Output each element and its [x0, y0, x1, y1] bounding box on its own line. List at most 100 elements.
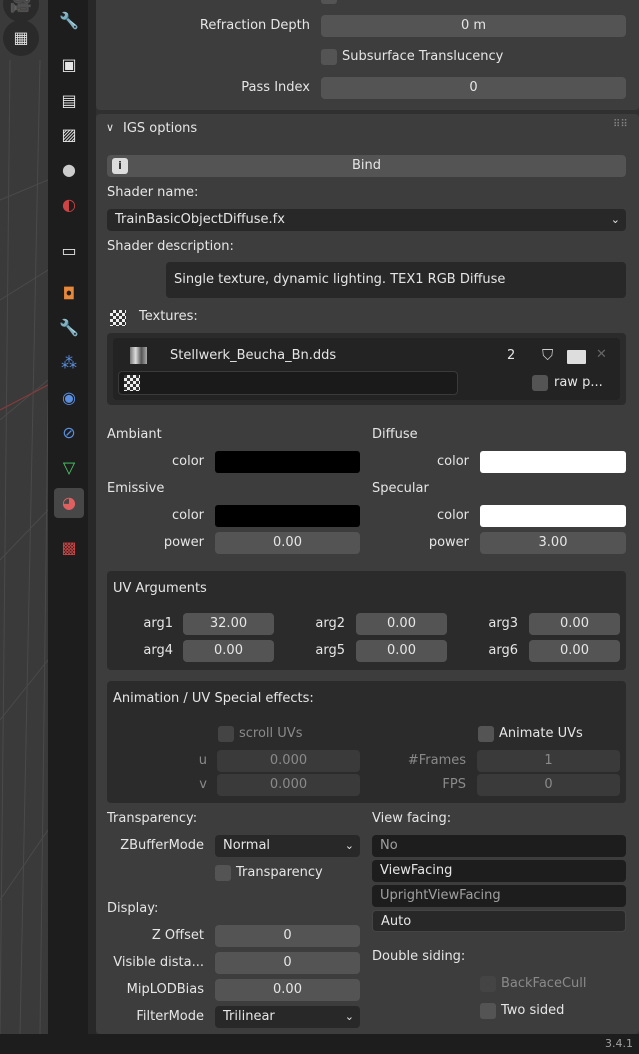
bind-button[interactable]: Bind: [107, 155, 626, 177]
transparency-checkbox[interactable]: [215, 865, 231, 881]
filtermode-label: FilterMode: [136, 1009, 204, 1024]
modifier-tab-icon[interactable]: 🔧: [54, 313, 84, 343]
arg3-field[interactable]: 0.00: [529, 613, 620, 635]
data-tab-icon[interactable]: ▽: [54, 453, 84, 483]
version-label: 3.4.1: [605, 1037, 633, 1050]
tabs-divider: [88, 0, 96, 1034]
filtermode-dropdown[interactable]: Trilinear ⌄: [215, 1006, 360, 1028]
raw-checkbox[interactable]: [532, 375, 548, 391]
emissive-color-swatch[interactable]: [215, 505, 360, 527]
diffuse-color-swatch[interactable]: [480, 451, 626, 473]
arg1-field[interactable]: 32.00: [183, 613, 274, 635]
arg5-field[interactable]: 0.00: [356, 640, 447, 662]
collection-tab-icon[interactable]: ▭: [54, 236, 84, 266]
arg6-field[interactable]: 0.00: [529, 640, 620, 662]
chevron-down-icon: ⌄: [610, 213, 620, 226]
view-layer-tab-icon[interactable]: ▨: [54, 120, 84, 150]
scroll-uvs-label: scroll UVs: [239, 726, 303, 741]
frames-field[interactable]: 1: [477, 750, 620, 772]
double-siding-title: Double siding:: [372, 949, 466, 964]
zbuffer-dropdown[interactable]: Normal ⌄: [215, 835, 360, 857]
v-label: v: [199, 777, 207, 792]
pass-index-field[interactable]: 0: [321, 77, 626, 99]
arg6-label: arg6: [488, 643, 518, 658]
miplodbias-field[interactable]: 0.00: [215, 979, 360, 1001]
partial-checkbox[interactable]: [321, 0, 337, 4]
info-icon: i: [112, 158, 128, 174]
texture-thumbnail-icon: [130, 347, 147, 364]
igs-options-title[interactable]: IGS options: [123, 121, 197, 136]
particles-tab-icon[interactable]: ⁂: [54, 348, 84, 378]
specular-color-swatch[interactable]: [480, 505, 626, 527]
texture-path-input[interactable]: [118, 371, 458, 395]
pass-index-label: Pass Index: [241, 80, 310, 95]
shader-description-field: Single texture, dynamic lighting. TEX1 R…: [166, 262, 626, 298]
refraction-depth-label: Refraction Depth: [199, 18, 310, 33]
scroll-uvs-checkbox[interactable]: [218, 726, 234, 742]
arg5-label: arg5: [315, 643, 345, 658]
shader-name-value: TrainBasicObjectDiffuse.fx: [115, 212, 285, 227]
collapse-chevron-icon[interactable]: ∨: [106, 121, 114, 134]
refraction-depth-field[interactable]: 0 m: [321, 15, 626, 37]
raw-label: raw p...: [554, 375, 603, 390]
frames-label: #Frames: [407, 753, 466, 768]
ambiant-color-swatch[interactable]: [215, 451, 360, 473]
checker-texture-icon: [110, 310, 126, 326]
folder-icon[interactable]: [567, 350, 586, 364]
transparency-label: Transparency: [236, 865, 323, 880]
emissive-power-label: power: [163, 535, 204, 550]
visible-distance-field[interactable]: 0: [215, 952, 360, 974]
texture-name: Stellwerk_Beucha_Bn.dds: [170, 348, 337, 363]
ambiant-label: Ambiant: [107, 427, 162, 442]
drag-handle-icon[interactable]: ⠿⠿: [613, 119, 628, 130]
subsurface-checkbox[interactable]: [321, 49, 337, 65]
output-tab-icon[interactable]: ▤: [54, 86, 84, 116]
texture-tab-icon[interactable]: ▩: [54, 533, 84, 563]
two-sided-label: Two sided: [501, 1003, 565, 1018]
bind-label: Bind: [351, 158, 382, 173]
animate-uvs-checkbox[interactable]: [478, 726, 494, 742]
constraints-tab-icon[interactable]: ⊘: [54, 418, 84, 448]
specular-power-label: power: [428, 535, 469, 550]
shader-description-label: Shader description:: [107, 239, 234, 254]
two-sided-checkbox[interactable]: [480, 1003, 496, 1019]
uv-arguments-title: UV Arguments: [113, 581, 207, 596]
world-tab-icon[interactable]: ◐: [54, 190, 84, 220]
texture-count: 2: [507, 348, 516, 363]
view-facing-option-upright[interactable]: UprightViewFacing: [372, 885, 626, 907]
v-field[interactable]: 0.000: [217, 774, 360, 796]
material-tab-icon[interactable]: ◕: [54, 488, 84, 518]
emissive-power-field[interactable]: 0.00: [215, 532, 360, 554]
grid-view-icon[interactable]: ▦: [3, 20, 39, 56]
zoffset-field[interactable]: 0: [215, 925, 360, 947]
arg4-field[interactable]: 0.00: [183, 640, 274, 662]
animate-uvs-label: Animate UVs: [499, 726, 583, 741]
arg2-label: arg2: [315, 616, 345, 631]
backfacecull-checkbox[interactable]: [480, 976, 496, 992]
3d-viewport[interactable]: 🎥 ▦: [0, 0, 48, 1034]
transparency-title: Transparency:: [107, 811, 198, 826]
display-title: Display:: [107, 901, 159, 916]
arg2-field[interactable]: 0.00: [356, 613, 447, 635]
object-tab-icon[interactable]: ◘: [54, 279, 84, 309]
viewport-grid: [0, 59, 48, 1034]
specular-power-field[interactable]: 3.00: [480, 532, 626, 554]
u-field[interactable]: 0.000: [217, 750, 360, 772]
view-facing-option-viewfacing[interactable]: ViewFacing: [372, 860, 626, 882]
view-facing-option-auto[interactable]: Auto: [372, 910, 626, 932]
shield-icon[interactable]: ⛉: [542, 346, 553, 364]
shader-name-dropdown[interactable]: TrainBasicObjectDiffuse.fx ⌄: [107, 209, 626, 231]
tool-tab-icon[interactable]: 🔧: [54, 6, 84, 36]
textures-label: Textures:: [139, 309, 198, 324]
filtermode-value: Trilinear: [223, 1009, 275, 1024]
fps-field[interactable]: 0: [477, 774, 620, 796]
render-tab-icon[interactable]: ▣: [54, 50, 84, 80]
close-icon[interactable]: ✕: [596, 347, 607, 362]
scene-tab-icon[interactable]: ●: [54, 155, 84, 185]
diffuse-label: Diffuse: [372, 427, 418, 442]
backfacecull-label: BackFaceCull: [501, 976, 587, 991]
view-facing-option-no[interactable]: No: [372, 835, 626, 857]
physics-tab-icon[interactable]: ◉: [54, 383, 84, 413]
arg4-label: arg4: [143, 643, 173, 658]
status-bar: 3.4.1: [0, 1034, 639, 1054]
